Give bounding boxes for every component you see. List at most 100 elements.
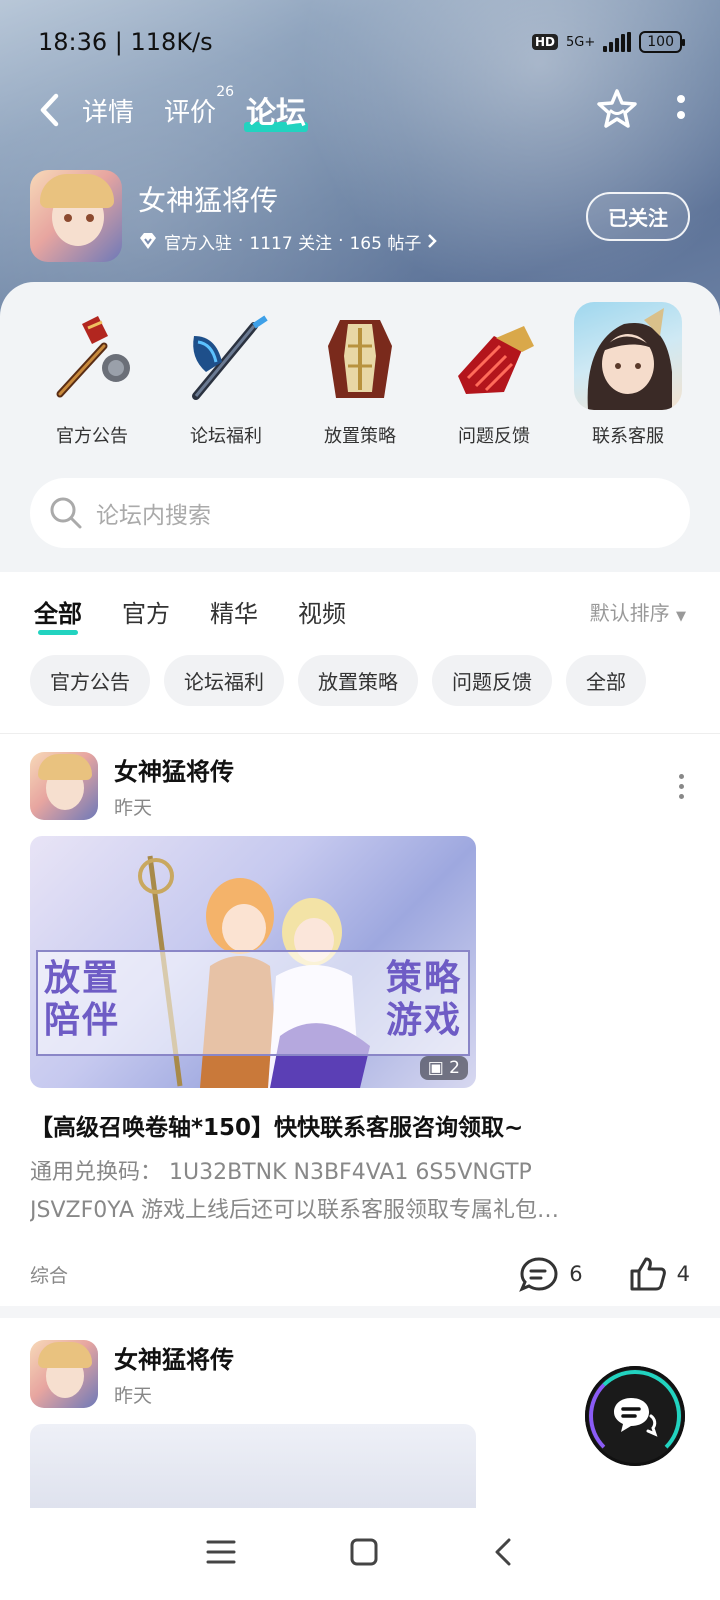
image-text-right-top: 策略 <box>385 958 462 999</box>
shortcut-forum-welfare[interactable]: 论坛福利 <box>162 302 290 448</box>
chat-bubble-icon <box>614 1398 658 1437</box>
shortcut-label: 联系客服 <box>592 426 664 447</box>
system-nav-bar <box>0 1508 720 1600</box>
post-image[interactable] <box>30 1424 476 1508</box>
system-back-button[interactable] <box>492 1537 514 1571</box>
tab-details-label: 详情 <box>82 97 135 128</box>
game-avatar[interactable] <box>30 170 122 262</box>
post-header: 女神猛将传 昨天 <box>0 750 720 820</box>
more-vertical-icon <box>677 95 685 119</box>
search-input[interactable]: 论坛内搜索 <box>96 496 211 530</box>
floating-chat-button[interactable] <box>585 1366 685 1466</box>
image-text-right-bottom: 游戏 <box>385 1000 462 1041</box>
signal-icon <box>603 32 632 52</box>
category-chips: 官方公告 论坛福利 放置策略 问题反馈 全部 <box>0 629 720 706</box>
separator-dot: · <box>238 231 244 251</box>
tab-forum-label: 论坛 <box>246 96 307 131</box>
chip-all[interactable]: 全部 <box>566 655 646 706</box>
chevron-right-icon <box>428 234 438 248</box>
posts-count: 165 帖子 <box>349 233 422 254</box>
shortcut-label: 官方公告 <box>56 426 128 447</box>
status-bar: 18:36 | 118K/s HD 5G+ 100 <box>0 0 720 84</box>
author-avatar[interactable] <box>30 1340 98 1408</box>
chip-idle-strategy[interactable]: 放置策略 <box>298 655 418 706</box>
post-time: 昨天 <box>114 1385 153 1407</box>
search-icon <box>50 497 82 529</box>
more-menu-button[interactable] <box>676 93 686 127</box>
nav-actions <box>596 88 686 132</box>
shortcut-label: 论坛福利 <box>190 426 262 447</box>
forum-panel: 官方公告 论坛福利 放置策略 问题反馈 联系客服 论坛内搜索 <box>0 282 720 572</box>
screen: 18:36 | 118K/s HD 5G+ 100 详情 评价 26 论坛 女神… <box>0 0 720 1600</box>
image-text-left-top: 放置 <box>44 958 121 999</box>
tab-reviews-label: 评价 <box>164 97 217 128</box>
like-count: 4 <box>676 1262 690 1286</box>
post-time: 昨天 <box>114 797 153 819</box>
tab-reviews[interactable]: 评价 26 <box>164 84 234 129</box>
post-image[interactable]: 放置 陪伴 策略 游戏 ▣ 2 <box>30 836 476 1088</box>
author-name[interactable]: 女神猛将传 <box>114 1340 234 1375</box>
thumbs-up-icon <box>630 1257 666 1291</box>
status-indicators: HD 5G+ 100 <box>532 31 685 53</box>
tab-forum[interactable]: 论坛 <box>244 88 309 132</box>
comment-icon <box>519 1257 558 1292</box>
game-meta[interactable]: 官方入驻 · 1117 关注 · 165 帖子 <box>138 229 438 254</box>
image-text-left-bottom: 陪伴 <box>44 1000 121 1041</box>
image-count-badge: ▣ 2 <box>419 1056 468 1080</box>
post-category-tag[interactable]: 综合 <box>30 1261 68 1288</box>
comments-button[interactable]: 6 <box>519 1256 583 1292</box>
mace-icon <box>38 302 146 410</box>
image-count: 2 <box>449 1058 460 1078</box>
battery-level: 100 <box>647 34 674 50</box>
filter-tab-all[interactable]: 全部 <box>34 594 82 635</box>
armor-icon <box>306 302 414 410</box>
filter-tab-featured[interactable]: 精华 <box>210 594 258 629</box>
verified-diamond-icon <box>140 233 156 249</box>
post-filters: 全部 官方 精华 视频 默认排序 ▼ 官方公告 论坛福利 放置策略 问题反馈 全… <box>0 572 720 734</box>
post-excerpt[interactable]: 通用兑换码： 1U32BTNK N3BF4VA1 6S5VNGTP JSVZF0… <box>0 1142 720 1230</box>
game-info: 女神猛将传 官方入驻 · 1117 关注 · 165 帖子 <box>138 179 438 254</box>
filter-tab-video[interactable]: 视频 <box>298 594 346 629</box>
follow-button[interactable]: 已关注 <box>586 191 690 241</box>
comment-count: 6 <box>569 1262 583 1286</box>
star-icon <box>597 89 637 128</box>
tab-details[interactable]: 详情 <box>82 92 134 129</box>
top-nav: 详情 评价 26 论坛 <box>0 80 720 140</box>
filter-tabs: 全部 官方 精华 视频 默认排序 ▼ <box>0 572 720 635</box>
shortcut-customer-service[interactable]: 联系客服 <box>564 302 692 448</box>
caret-down-icon: ▼ <box>676 609 686 624</box>
back-arrow-icon <box>40 93 59 127</box>
author-name[interactable]: 女神猛将传 <box>114 752 234 787</box>
menu-icon <box>206 1540 236 1564</box>
battery-icon: 100 <box>639 31 685 53</box>
author-avatar[interactable] <box>30 752 98 820</box>
network-type: 5G+ <box>566 34 596 50</box>
hd-badge: HD <box>532 34 559 50</box>
post-title[interactable]: 【高级召唤卷轴*150】快快联系客服咨询领取~ <box>0 1088 720 1142</box>
recents-button[interactable] <box>206 1539 236 1569</box>
like-button[interactable]: 4 <box>629 1256 690 1292</box>
favorite-button[interactable] <box>596 88 638 132</box>
shortcut-official-notice[interactable]: 官方公告 <box>28 302 156 448</box>
excerpt-line: JSVZF0YA 游戏上线后还可以联系客服领取专属礼包… <box>30 1198 560 1223</box>
home-button[interactable] <box>349 1537 379 1571</box>
chip-official-notice[interactable]: 官方公告 <box>30 655 150 706</box>
reviews-count-badge: 26 <box>216 83 235 100</box>
shortcut-idle-strategy[interactable]: 放置策略 <box>296 302 424 448</box>
game-name: 女神猛将传 <box>138 183 279 217</box>
back-button[interactable] <box>34 90 64 130</box>
game-header: 女神猛将传 官方入驻 · 1117 关注 · 165 帖子 已关注 <box>30 168 690 264</box>
shortcut-feedback[interactable]: 问题反馈 <box>430 302 558 448</box>
post-more-button[interactable] <box>673 768 690 805</box>
chip-forum-welfare[interactable]: 论坛福利 <box>164 655 284 706</box>
post-footer: 综合 6 4 <box>0 1230 720 1292</box>
chip-feedback[interactable]: 问题反馈 <box>432 655 552 706</box>
home-square-icon <box>350 1538 378 1566</box>
forum-search-bar[interactable]: 论坛内搜索 <box>30 478 690 548</box>
sort-dropdown[interactable]: 默认排序 ▼ <box>590 597 686 626</box>
image-text-right: 策略 游戏 <box>386 958 462 1042</box>
axe-icon <box>172 302 280 410</box>
image-text-left: 放置 陪伴 <box>44 958 120 1042</box>
filter-tab-official[interactable]: 官方 <box>122 594 170 629</box>
post-card[interactable]: 女神猛将传 昨天 放置 陪伴 策略 游戏 ▣ 2 【高级召唤卷轴*150】快快联… <box>0 750 720 1318</box>
